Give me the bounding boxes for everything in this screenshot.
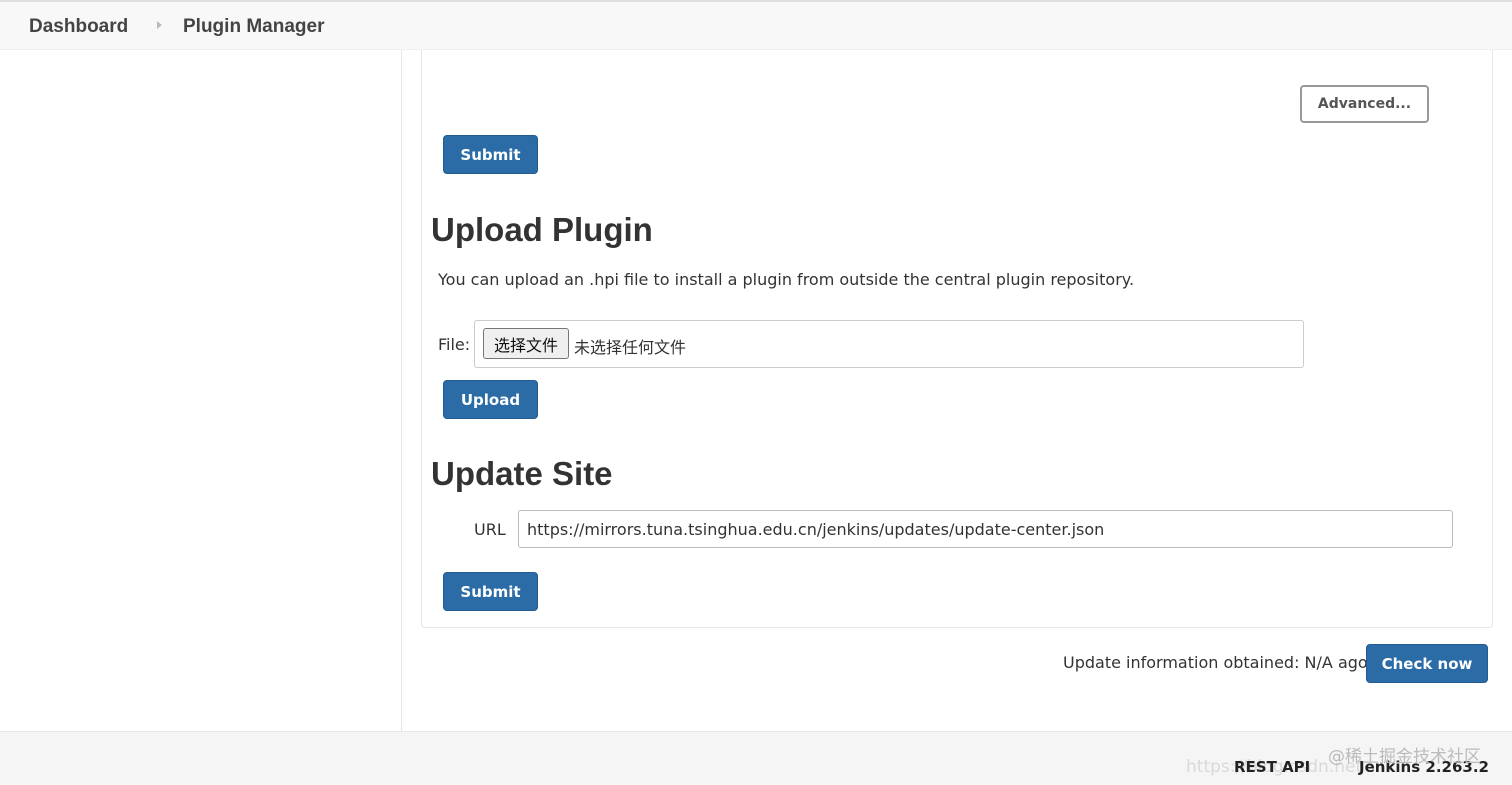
update-info-text: Update information obtained: N/A ago <box>1063 653 1368 672</box>
chevron-right-icon[interactable] <box>157 21 162 29</box>
update-site-heading: Update Site <box>431 455 613 492</box>
no-file-selected-text: 未选择任何文件 <box>574 338 687 357</box>
rest-api-link[interactable]: REST API <box>1234 758 1310 776</box>
upload-plugin-description: You can upload an .hpi file to install a… <box>438 270 1135 289</box>
breadcrumb: Dashboard Plugin Manager <box>0 0 1512 50</box>
choose-file-button[interactable]: 选择文件 <box>483 328 569 359</box>
url-label: URL <box>474 520 506 539</box>
upload-button[interactable]: Upload <box>443 380 538 419</box>
file-label: File: <box>438 335 471 354</box>
proxy-submit-button[interactable]: Submit <box>443 135 538 174</box>
update-site-submit-button[interactable]: Submit <box>443 572 538 611</box>
advanced-button[interactable]: Advanced... <box>1300 85 1429 123</box>
side-panel <box>0 50 402 731</box>
upload-plugin-heading: Upload Plugin <box>431 211 653 248</box>
check-now-button[interactable]: Check now <box>1366 644 1488 683</box>
breadcrumb-plugin-manager-link[interactable]: Plugin Manager <box>183 16 324 38</box>
breadcrumb-dashboard-link[interactable]: Dashboard <box>29 16 128 38</box>
update-site-url-input[interactable] <box>518 510 1453 548</box>
watermark: @稀土掘金技术社区 <box>1328 747 1481 767</box>
